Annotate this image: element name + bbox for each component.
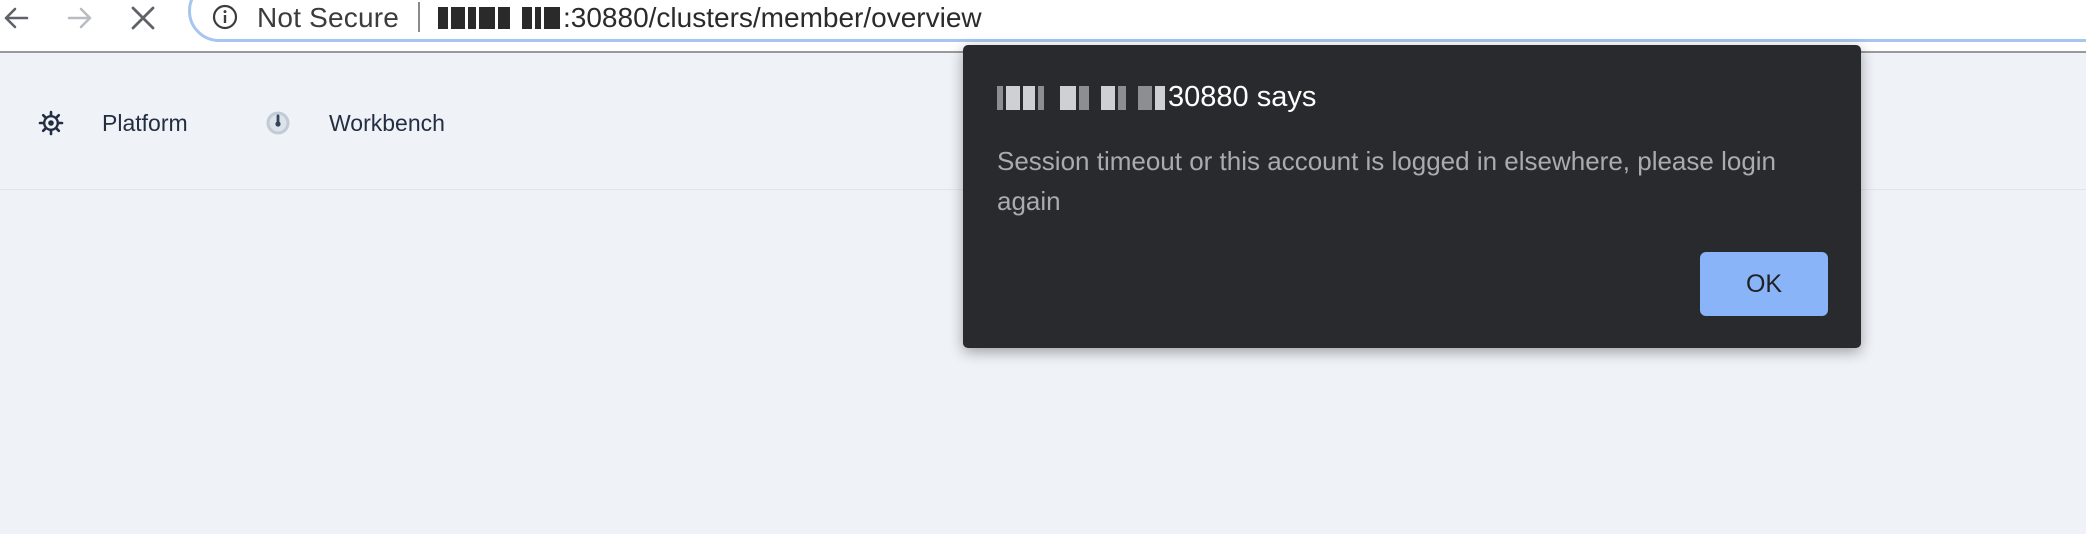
url-path: :30880/clusters/member/overview — [563, 2, 982, 33]
nav-item-workbench[interactable]: Workbench — [265, 107, 445, 139]
redacted-host — [438, 7, 560, 29]
url-text[interactable]: :30880/clusters/member/overview — [438, 2, 982, 34]
alert-dialog: 30880 says Session timeout or this accou… — [963, 45, 1861, 348]
redacted-host — [997, 85, 1165, 110]
info-icon[interactable] — [212, 4, 238, 30]
nav-item-label: Platform — [102, 109, 188, 136]
nav-item-label: Workbench — [329, 109, 445, 136]
arrow-right-icon — [67, 7, 92, 29]
stop-loading-button[interactable] — [121, 0, 165, 36]
arrow-left-icon — [4, 7, 29, 29]
back-button[interactable] — [0, 0, 38, 36]
nav-item-platform[interactable]: Platform — [38, 107, 188, 139]
gauge-icon — [265, 110, 291, 136]
dialog-title-text: 30880 says — [1168, 81, 1317, 113]
close-icon — [131, 6, 155, 30]
dialog-title: 30880 says — [997, 81, 1316, 114]
security-status[interactable]: Not Secure — [257, 3, 399, 33]
dialog-message: Session timeout or this account is logge… — [997, 146, 1777, 216]
gear-icon — [38, 110, 64, 136]
ok-button[interactable]: OK — [1700, 252, 1828, 316]
address-divider — [418, 2, 420, 32]
forward-button[interactable] — [58, 0, 102, 36]
